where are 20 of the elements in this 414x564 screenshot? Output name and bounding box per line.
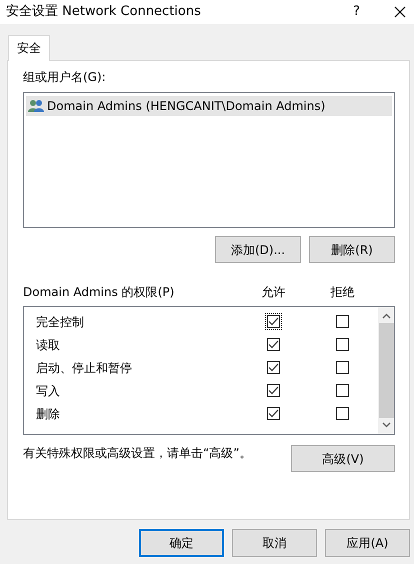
permission-name: 读取 (35, 336, 61, 354)
dialog-button[interactable]: 确定 (139, 529, 224, 557)
permissions-label: Domain Admins 的权限(P) (23, 284, 176, 301)
advanced-hint: 有关特殊权限或高级设置，请单击“高级”。 (23, 445, 252, 462)
help-button[interactable]: ? (353, 2, 360, 22)
window-title: 安全设置 Network Connections (6, 3, 201, 22)
column-header: 允许 (260, 284, 286, 301)
groups-label: 组或用户名(G): (23, 69, 107, 86)
tab[interactable]: 安全 (8, 35, 50, 61)
group-button[interactable]: 添加(D)... (215, 236, 301, 263)
dialog-button[interactable]: 取消 (232, 529, 317, 557)
group-button[interactable]: 删除(R) (309, 236, 395, 263)
group-item[interactable]: Domain Admins (HENGCANIT\Domain Admins) (26, 96, 392, 116)
permission-name: 完全控制 (35, 314, 85, 330)
permission-name: 写入 (35, 382, 61, 400)
dialog-button[interactable]: 应用(A) (325, 529, 410, 557)
permission-name: 删除 (35, 406, 61, 422)
column-header: 拒绝 (330, 284, 356, 301)
permission-name: 启动、停止和暂停 (35, 360, 133, 376)
advanced-button[interactable]: 高级(V) (291, 445, 395, 472)
